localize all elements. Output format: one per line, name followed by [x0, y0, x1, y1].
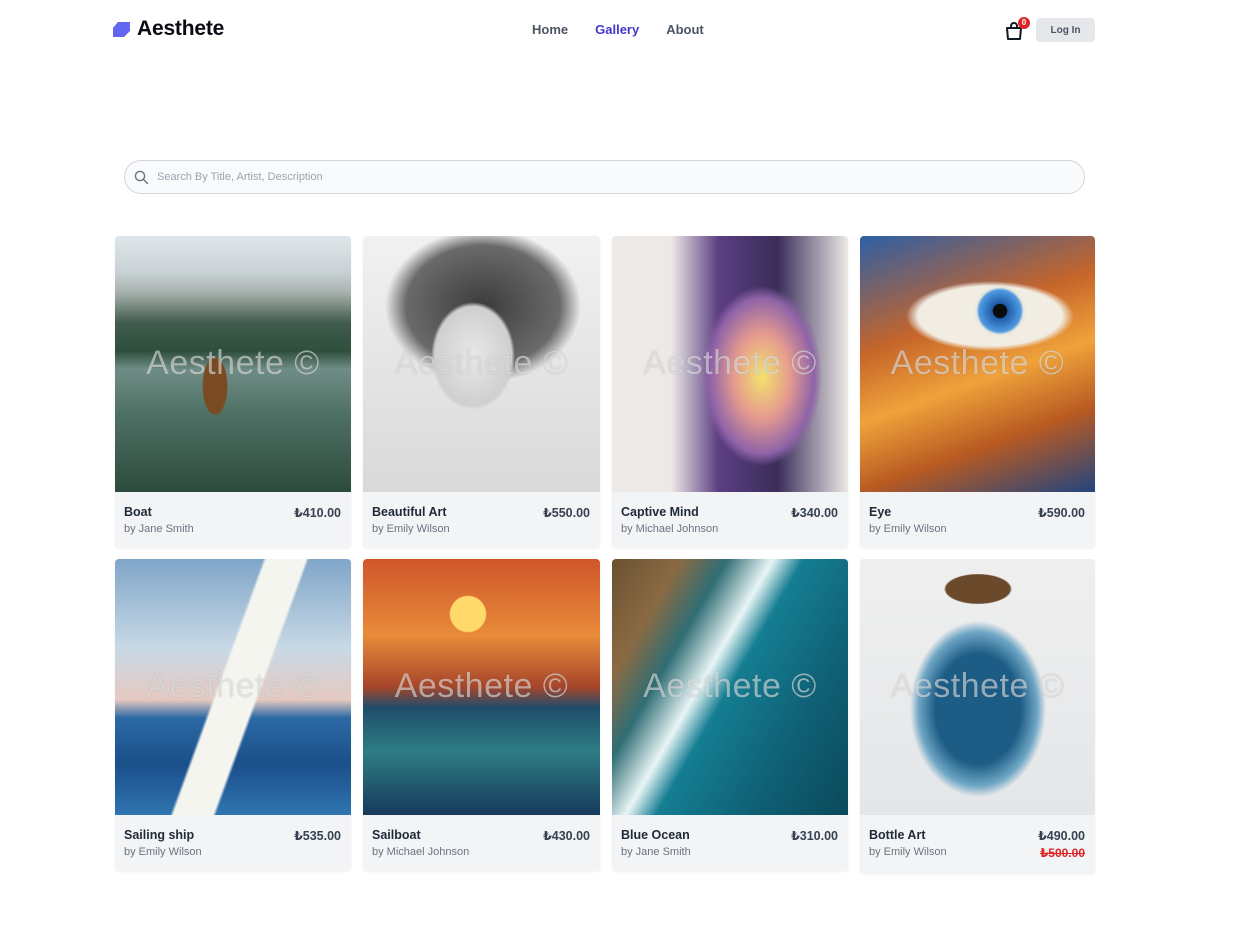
artwork-artist: by Emily Wilson: [372, 523, 450, 535]
artwork-artist: by Michael Johnson: [372, 846, 470, 858]
artwork-image: Aesthete ©: [115, 236, 351, 492]
artwork-card-sailboat[interactable]: Aesthete © Sailboat by Michael Johnson ₺…: [363, 559, 600, 871]
artwork-image: Aesthete ©: [115, 559, 351, 815]
artwork-card-sailing-ship[interactable]: Aesthete © Sailing ship by Emily Wilson …: [115, 559, 351, 871]
search-input[interactable]: [157, 168, 1057, 186]
nav-about-link[interactable]: About: [666, 22, 704, 37]
artwork-image: Aesthete ©: [612, 236, 848, 492]
search-bar: [124, 160, 1085, 194]
artwork-artist: by Michael Johnson: [621, 523, 719, 535]
artwork-image: Aesthete ©: [363, 559, 600, 815]
watermark: Aesthete ©: [146, 667, 320, 705]
artwork-price: ₺490.00: [1038, 829, 1085, 843]
artwork-price: ₺590.00: [1038, 506, 1085, 520]
artwork-price: ₺310.00: [791, 829, 838, 843]
artwork-artist: by Emily Wilson: [124, 846, 202, 858]
artwork-card-bottle-art[interactable]: Aesthete © Bottle Art by Emily Wilson ₺4…: [860, 559, 1095, 874]
main-nav: Home Gallery About: [532, 22, 704, 37]
artwork-original-price: ₺500.00: [1039, 846, 1085, 860]
artwork-price: ₺410.00: [294, 506, 341, 520]
artwork-price: ₺430.00: [543, 829, 590, 843]
search-icon: [134, 170, 149, 185]
logo-icon: [113, 21, 130, 37]
watermark: Aesthete ©: [890, 667, 1065, 705]
artwork-card-blue-ocean[interactable]: Aesthete © Blue Ocean by Jane Smith ₺310…: [612, 559, 848, 871]
artwork-grid: Aesthete © Boat by Jane Smith ₺410.00 Ae…: [115, 236, 1095, 874]
artwork-artist: by Jane Smith: [621, 846, 691, 858]
artwork-artist: by Jane Smith: [124, 523, 194, 535]
watermark: Aesthete ©: [394, 667, 569, 705]
artwork-price: ₺535.00: [294, 829, 341, 843]
brand-logo[interactable]: Aesthete: [113, 17, 224, 41]
cart-button[interactable]: 0: [1004, 17, 1030, 43]
watermark: Aesthete ©: [643, 667, 817, 705]
brand-name: Aesthete: [137, 17, 225, 40]
watermark: Aesthete ©: [146, 344, 320, 382]
nav-gallery-link[interactable]: Gallery: [595, 22, 639, 37]
artwork-price: ₺550.00: [543, 506, 590, 520]
artwork-card-captive-mind[interactable]: Aesthete © Captive Mind by Michael Johns…: [612, 236, 848, 548]
artwork-image: Aesthete ©: [363, 236, 600, 492]
watermark: Aesthete ©: [643, 344, 817, 382]
artwork-card-boat[interactable]: Aesthete © Boat by Jane Smith ₺410.00: [115, 236, 351, 548]
cart-count-badge: 0: [1018, 17, 1030, 29]
watermark: Aesthete ©: [890, 344, 1065, 382]
artwork-card-beautiful-art[interactable]: Aesthete © Beautiful Art by Emily Wilson…: [363, 236, 600, 548]
top-navbar: Aesthete Home Gallery About 0 Log In: [0, 0, 1235, 60]
login-button[interactable]: Log In: [1036, 18, 1095, 42]
artwork-price: ₺340.00: [791, 506, 838, 520]
watermark: Aesthete ©: [394, 344, 569, 382]
artwork-artist: by Emily Wilson: [869, 523, 947, 535]
artwork-image: Aesthete ©: [860, 559, 1095, 815]
artwork-image: Aesthete ©: [860, 236, 1095, 492]
artwork-image: Aesthete ©: [612, 559, 848, 815]
artwork-card-eye[interactable]: Aesthete © Eye by Emily Wilson ₺590.00: [860, 236, 1095, 548]
nav-home-link[interactable]: Home: [532, 22, 568, 37]
